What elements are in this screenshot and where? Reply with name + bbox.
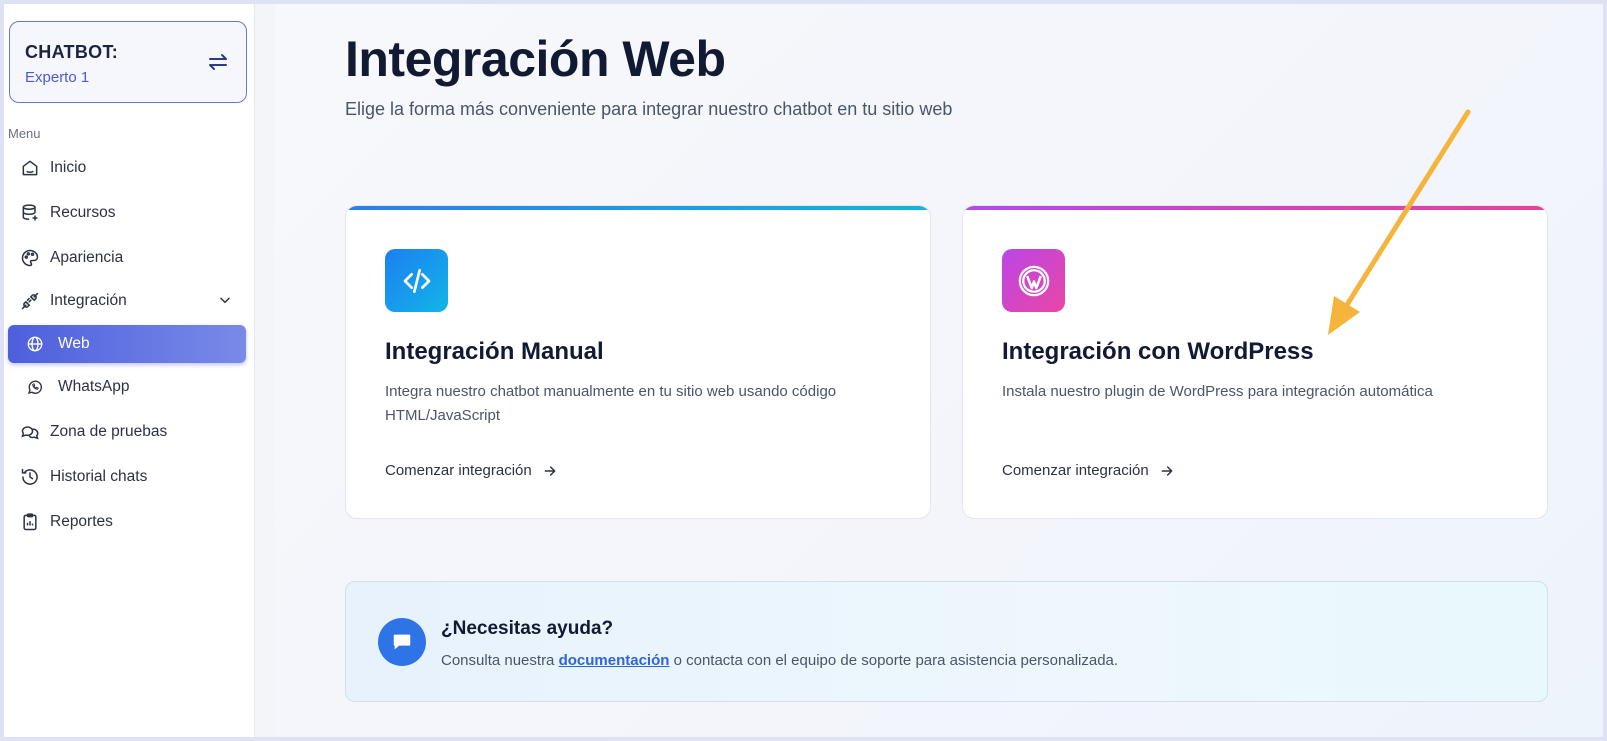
- help-text-before: Consulta nuestra: [441, 652, 559, 669]
- start-integration-wordpress-link[interactable]: Comenzar integración: [1002, 462, 1175, 479]
- sidebar-item-apariencia[interactable]: Apariencia: [8, 239, 246, 277]
- chatbot-selector[interactable]: CHATBOT: Experto 1: [9, 21, 247, 103]
- wordpress-integration-card[interactable]: Integración con WordPress Instala nuestr…: [962, 205, 1548, 519]
- card-title: Integración con WordPress: [1002, 338, 1314, 365]
- card-accent-bar: [963, 206, 1547, 210]
- sidebar-item-zona-de-pruebas[interactable]: Zona de pruebas: [8, 413, 246, 451]
- globe-icon: [27, 336, 43, 352]
- home-icon: [22, 160, 38, 176]
- page-title: Integración Web: [345, 31, 726, 87]
- chat-message-icon: [378, 618, 426, 666]
- help-text-after: o contacta con el equipo de soporte para…: [669, 652, 1119, 669]
- menu-label: Menu: [8, 126, 41, 141]
- chatbot-name: Experto 1: [25, 69, 90, 86]
- code-icon: [385, 249, 448, 312]
- documentation-link[interactable]: documentación: [559, 652, 670, 669]
- cta-label: Comenzar integración: [385, 462, 532, 479]
- sidebar-item-label: Inicio: [50, 159, 87, 176]
- card-title: Integración Manual: [385, 338, 604, 365]
- wordpress-icon: [1002, 249, 1065, 312]
- sidebar-item-inicio[interactable]: Inicio: [8, 149, 246, 187]
- card-description: Integra nuestro chatbot manualmente en t…: [385, 383, 837, 424]
- help-banner: ¿Necesitas ayuda? Consulta nuestra docum…: [345, 581, 1548, 702]
- app-window: CHATBOT: Experto 1 Menu Inicio Recursos: [4, 4, 1603, 737]
- swap-icon[interactable]: [206, 50, 230, 74]
- sidebar-item-historial-chats[interactable]: Historial chats: [8, 458, 246, 496]
- sidebar-item-whatsapp[interactable]: WhatsApp: [8, 368, 246, 406]
- cta-label: Comenzar integración: [1002, 462, 1149, 479]
- palette-icon: [21, 249, 39, 267]
- clipboard-icon: [23, 513, 37, 531]
- plug-icon: [21, 292, 39, 310]
- sidebar: CHATBOT: Experto 1 Menu Inicio Recursos: [4, 4, 255, 737]
- sidebar-item-label: Apariencia: [50, 249, 124, 266]
- sidebar-item-label: Web: [58, 335, 90, 352]
- arrow-right-icon: [544, 465, 556, 476]
- sidebar-item-web[interactable]: Web: [8, 325, 246, 363]
- gutter: [255, 4, 275, 737]
- sidebar-item-label: WhatsApp: [58, 378, 130, 395]
- sidebar-item-integracion[interactable]: Integración: [8, 282, 246, 320]
- chatbot-label: CHATBOT:: [25, 42, 119, 62]
- arrow-right-icon: [1161, 465, 1173, 476]
- start-integration-manual-link[interactable]: Comenzar integración: [385, 462, 558, 479]
- history-icon: [21, 468, 38, 485]
- sidebar-item-label: Historial chats: [50, 468, 148, 485]
- card-description: Instala nuestro plugin de WordPress para…: [1002, 383, 1433, 400]
- database-icon: [22, 204, 38, 221]
- main-content: Integración Web Elige la forma más conve…: [255, 4, 1603, 737]
- page-subtitle: Elige la forma más conveniente para inte…: [345, 99, 953, 119]
- help-title: ¿Necesitas ayuda?: [441, 618, 614, 639]
- sidebar-item-label: Recursos: [50, 204, 116, 221]
- chat-bubbles-icon: [21, 426, 39, 440]
- whatsapp-icon: [27, 380, 42, 394]
- sidebar-item-recursos[interactable]: Recursos: [8, 194, 246, 232]
- sidebar-item-label: Reportes: [50, 513, 113, 530]
- manual-integration-card[interactable]: Integración Manual Integra nuestro chatb…: [345, 205, 931, 519]
- sidebar-item-reportes[interactable]: Reportes: [8, 503, 246, 541]
- card-accent-bar: [346, 206, 930, 210]
- sidebar-item-label: Zona de pruebas: [50, 423, 168, 440]
- chevron-down-icon[interactable]: [218, 293, 232, 307]
- sidebar-item-label: Integración: [50, 292, 127, 309]
- help-text: Consulta nuestra documentación o contact…: [441, 652, 1118, 669]
